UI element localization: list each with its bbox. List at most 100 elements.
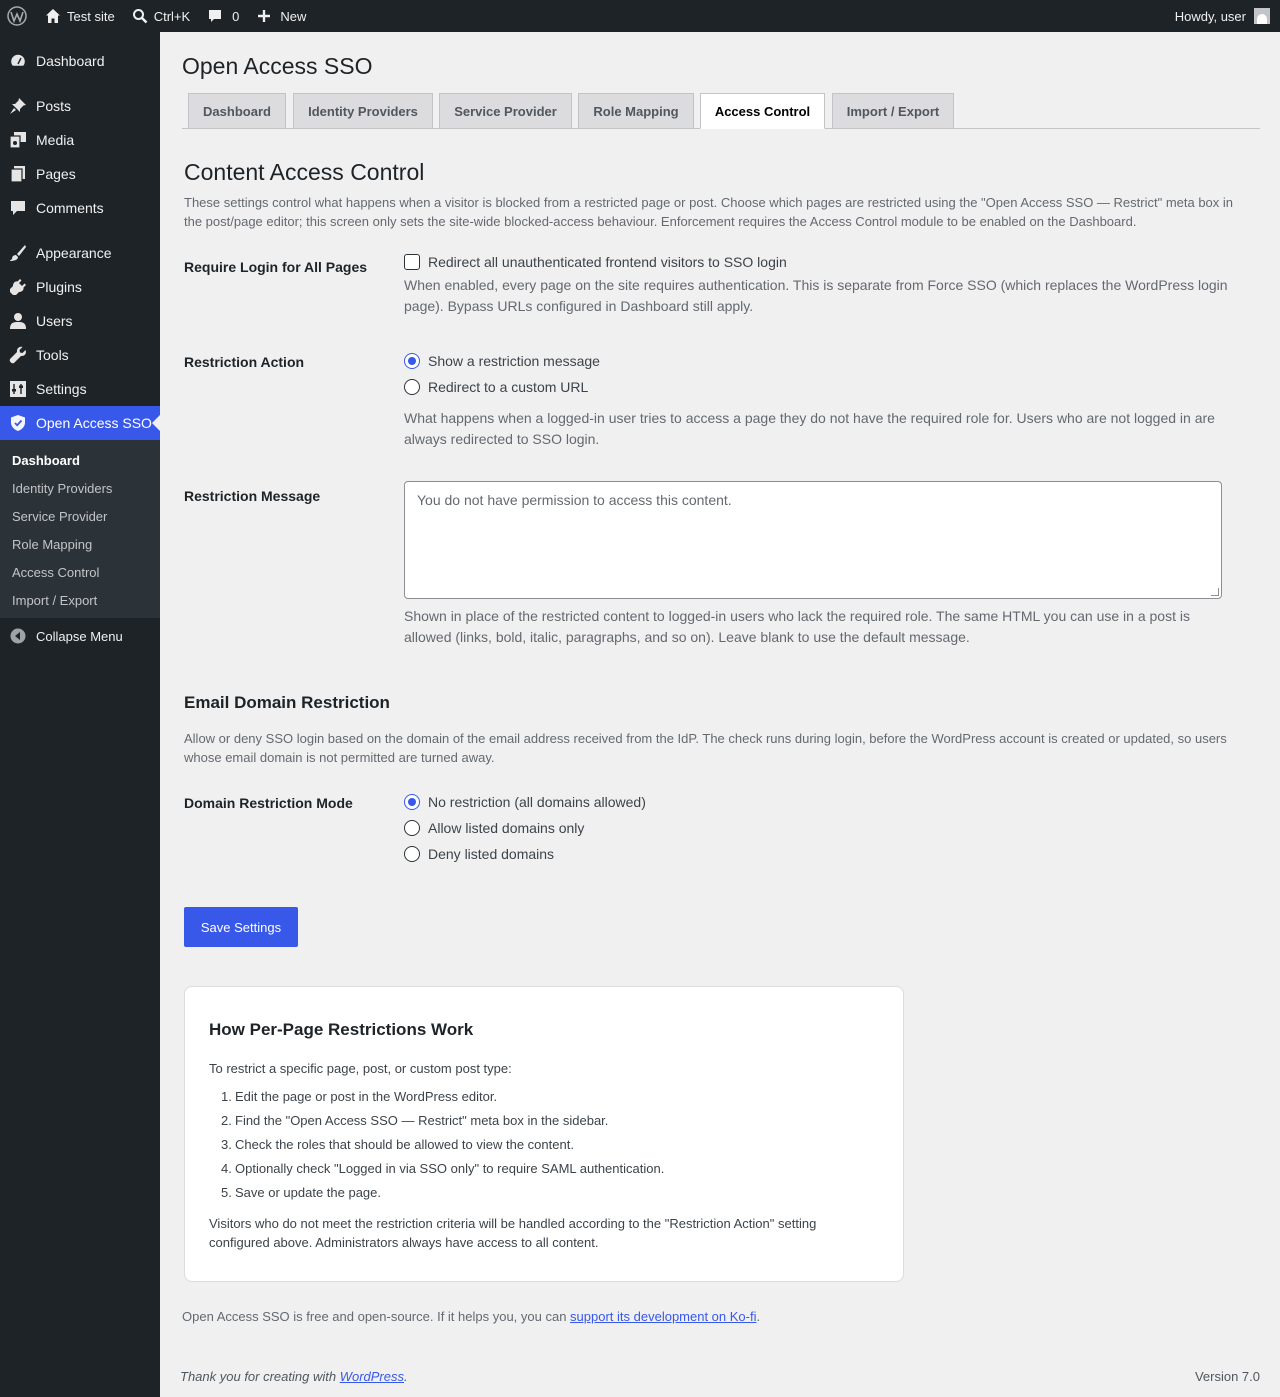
- radio-label[interactable]: Allow listed domains only: [428, 820, 584, 836]
- resize-handle[interactable]: [1211, 588, 1219, 596]
- restriction-message-help-1: Shown in place of the restricted content…: [404, 608, 1190, 624]
- wrench-icon: [9, 346, 26, 364]
- comment-icon: [209, 10, 222, 22]
- card-steps: 1. Edit the page or post in the WordPress…: [209, 1085, 879, 1205]
- restriction-action-label: Restriction Action: [184, 354, 305, 370]
- kofi-note-suffix: .: [756, 1309, 761, 1324]
- sidebar-item-label: Open Access SSO: [36, 415, 152, 431]
- sidebar-item-settings[interactable]: Settings: [0, 372, 160, 406]
- sidebar-item-users[interactable]: Users: [0, 304, 160, 338]
- email-domain-heading: Email Domain Restriction: [184, 693, 390, 712]
- radio-label[interactable]: Deny listed domains: [428, 846, 554, 862]
- submenu-item-import-export[interactable]: Import / Export: [0, 587, 160, 615]
- settings-icon: [10, 381, 26, 397]
- collapse-menu-label: Collapse Menu: [36, 628, 123, 644]
- tab-import-export[interactable]: Import / Export: [832, 93, 954, 129]
- card-intro: To restrict a specific page, post, or cu…: [209, 1061, 512, 1076]
- radio-label[interactable]: No restriction (all domains allowed): [428, 794, 646, 810]
- sidebar-item-plugins[interactable]: Plugins: [0, 270, 160, 304]
- domain-mode-radio-deny[interactable]: [404, 846, 420, 862]
- submenu-item-identity-providers[interactable]: Identity Providers: [0, 475, 160, 503]
- sidebar-item-open-access-sso[interactable]: Open Access SSO: [0, 406, 160, 440]
- wordpress-logo-button[interactable]: [0, 0, 35, 32]
- sidebar-item-dashboard[interactable]: Dashboard: [0, 44, 160, 78]
- wordpress-link[interactable]: WordPress: [340, 1369, 404, 1384]
- submenu-item-dashboard[interactable]: Dashboard: [0, 447, 160, 475]
- card-title: How Per-Page Restrictions Work: [209, 1020, 474, 1039]
- require-login-checkbox[interactable]: [404, 254, 420, 270]
- comments-link[interactable]: 0: [198, 0, 247, 32]
- sidebar-item-pages[interactable]: Pages: [0, 157, 160, 191]
- sidebar-item-label: Dashboard: [36, 53, 105, 69]
- plug-icon: [10, 279, 26, 295]
- kofi-note: Open Access SSO is free and open-source.…: [182, 1309, 760, 1324]
- restriction-action-option-message[interactable]: Show a restriction message: [404, 353, 600, 369]
- page-title: Open Access SSO: [182, 53, 373, 79]
- domain-mode-radio-allow[interactable]: [404, 820, 420, 836]
- sidebar-submenu: Dashboard Identity Providers Service Pro…: [0, 440, 160, 618]
- per-page-restrictions-card: How Per-Page Restrictions Work To restri…: [184, 986, 904, 1282]
- domain-mode-option-none[interactable]: No restriction (all domains allowed): [404, 794, 646, 810]
- sidebar-item-label: Pages: [36, 166, 76, 182]
- restriction-action-radio-message[interactable]: [404, 353, 420, 369]
- email-domain-description-2: whose email domain is not permitted are …: [184, 750, 495, 765]
- require-login-help-2: page). Bypass URLs configured in Dashboa…: [404, 298, 754, 314]
- search-shortcut-button[interactable]: Ctrl+K: [123, 0, 198, 32]
- my-account-menu[interactable]: Howdy, user: [1175, 8, 1280, 24]
- shield-icon: [11, 415, 25, 431]
- restriction-action-help-1: What happens when a logged-in user tries…: [404, 410, 1215, 426]
- require-login-label: Require Login for All Pages: [184, 259, 368, 275]
- sidebar-item-appearance[interactable]: Appearance: [0, 236, 160, 270]
- radio-label[interactable]: Redirect to a custom URL: [428, 379, 588, 395]
- sidebar-item-label: Posts: [36, 98, 72, 114]
- submenu-item-access-control[interactable]: Access Control: [0, 559, 160, 587]
- thanks-suffix: .: [404, 1369, 408, 1384]
- require-login-option[interactable]: Redirect all unauthenticated frontend vi…: [404, 254, 787, 270]
- domain-mode-option-deny[interactable]: Deny listed domains: [404, 846, 554, 862]
- sidebar-item-comments[interactable]: Comments: [0, 191, 160, 225]
- submenu-item-role-mapping[interactable]: Role Mapping: [0, 531, 160, 559]
- tab-dashboard[interactable]: Dashboard: [188, 93, 286, 129]
- new-content-button[interactable]: New: [247, 0, 314, 32]
- radio-label[interactable]: Show a restriction message: [428, 353, 600, 369]
- sidebar-item-label: Comments: [36, 200, 104, 216]
- user-icon: [10, 313, 26, 329]
- list-item: 2. Find the "Open Access SSO — Restrict" …: [221, 1113, 609, 1128]
- site-name-label: Test site: [67, 8, 115, 24]
- sidebar-item-label: Media: [36, 132, 75, 148]
- site-name-link[interactable]: Test site: [35, 0, 123, 32]
- version-label: Version 7.0: [1194, 1369, 1260, 1384]
- tab-role-mapping[interactable]: Role Mapping: [578, 93, 694, 129]
- list-item: 1. Edit the page or post in the WordPress…: [221, 1089, 498, 1104]
- restriction-message-textarea[interactable]: You do not have permission to access thi…: [404, 481, 1222, 599]
- kofi-support-link[interactable]: support its development on Ko-fi: [570, 1309, 756, 1324]
- tab-access-control[interactable]: Access Control: [700, 93, 825, 129]
- dashboard-icon: [9, 53, 27, 68]
- wordpress-logo-icon: [7, 6, 27, 26]
- domain-mode-option-allow[interactable]: Allow listed domains only: [404, 820, 584, 836]
- restriction-message-help-2: allowed (links, bold, italic, paragraphs…: [404, 629, 970, 645]
- collapse-menu-button[interactable]: Collapse Menu: [0, 619, 160, 653]
- sidebar-item-label: Plugins: [36, 279, 82, 295]
- save-settings-button[interactable]: Save Settings: [184, 907, 298, 947]
- sidebar-item-posts[interactable]: Posts: [0, 89, 160, 123]
- sidebar-item-label: Appearance: [36, 245, 112, 261]
- sidebar-item-label: Settings: [36, 381, 87, 397]
- restriction-action-option-redirect[interactable]: Redirect to a custom URL: [404, 379, 588, 395]
- list-item: 5. Save or update the page.: [221, 1185, 382, 1200]
- require-login-checkbox-label[interactable]: Redirect all unauthenticated frontend vi…: [428, 254, 787, 270]
- card-outro-1: Visitors who do not meet the restriction…: [209, 1216, 817, 1231]
- tab-service-provider[interactable]: Service Provider: [439, 93, 572, 129]
- sidebar-item-media[interactable]: Media: [0, 123, 160, 157]
- howdy-label: Howdy, user: [1174, 8, 1246, 24]
- submenu-item-service-provider[interactable]: Service Provider: [0, 503, 160, 531]
- tab-identity-providers[interactable]: Identity Providers: [293, 93, 433, 129]
- sidebar-item-tools[interactable]: Tools: [0, 338, 160, 372]
- domain-mode-radio-none[interactable]: [404, 794, 420, 810]
- list-item: 3. Check the roles that should be allowed…: [221, 1137, 574, 1152]
- list-item: 4. Optionally check "Logged in via SSO on…: [221, 1161, 665, 1176]
- comments-count: 0: [232, 8, 240, 24]
- email-domain-description-1: Allow or deny SSO login based on the dom…: [184, 731, 1227, 746]
- restriction-action-radio-redirect[interactable]: [404, 379, 420, 395]
- content-access-description-1: These settings control what happens when…: [184, 195, 1234, 210]
